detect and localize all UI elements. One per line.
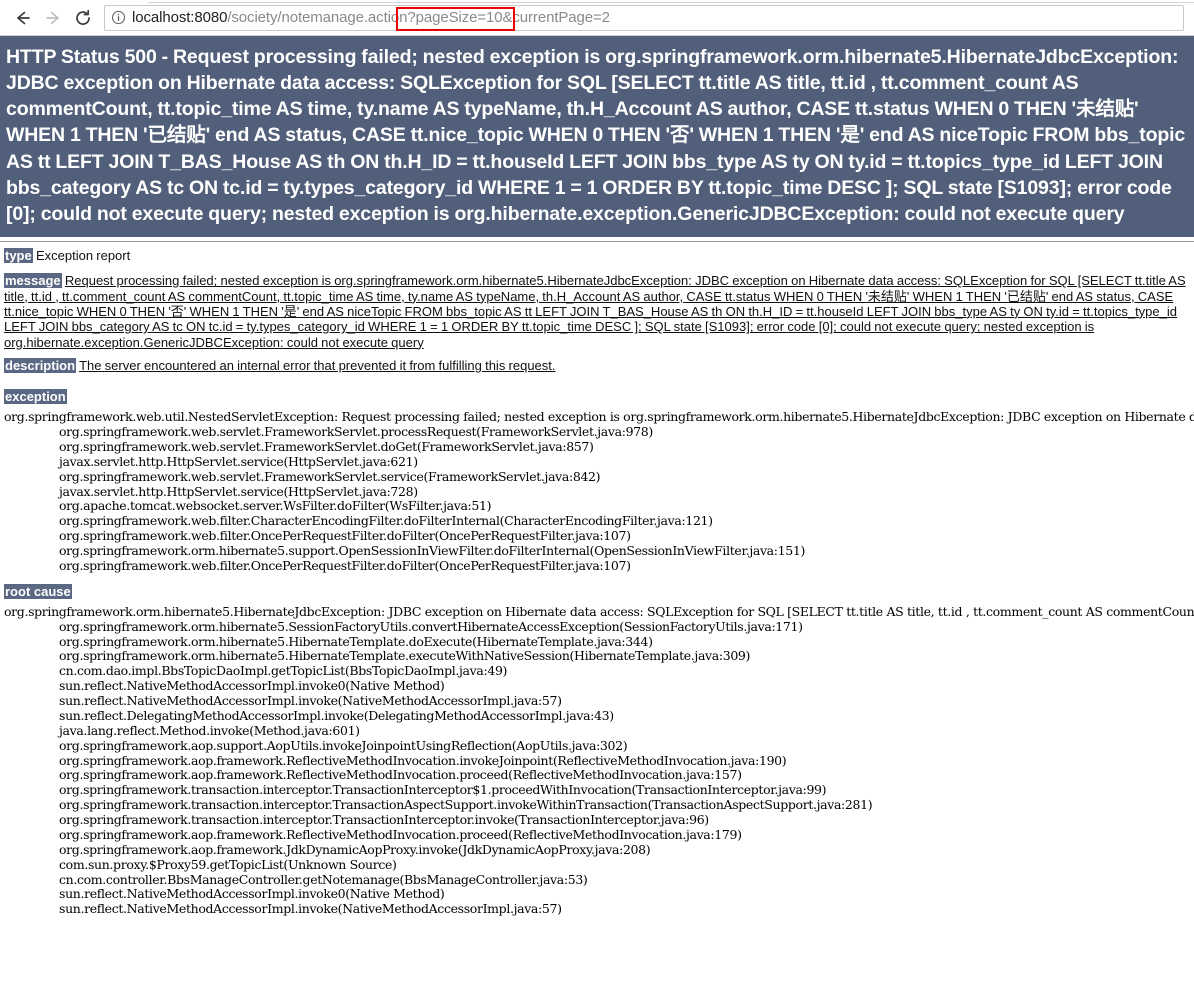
stack-frame-line: org.springframework.transaction.intercep…: [59, 812, 709, 828]
message-label: message: [4, 273, 62, 289]
stack-frame-line: org.apache.tomcat.websocket.server.WsFil…: [59, 498, 492, 514]
stack-frame-line: java.lang.reflect.Method.invoke(Method.j…: [59, 722, 360, 738]
stack-frame-line: org.springframework.web.servlet.Framewor…: [59, 468, 601, 484]
stack-frame-line: org.springframework.web.filter.OncePerRe…: [59, 557, 631, 573]
arrow-right-icon: [43, 8, 63, 28]
stack-frame-line: org.springframework.web.servlet.Framewor…: [59, 424, 653, 440]
stack-frame-line: sun.reflect.NativeMethodAccessorImpl.inv…: [59, 678, 445, 694]
type-label: type: [4, 247, 33, 263]
stack-head-line: org.springframework.web.util.NestedServl…: [4, 410, 1194, 425]
stack-frame-line: com.sun.proxy.$Proxy59.getTopicList(Unkn…: [59, 856, 397, 872]
type-row: type Exception report: [4, 247, 1190, 263]
address-bar[interactable]: localhost:8080/society/notemanage.action…: [104, 4, 1184, 31]
arrow-left-icon: [13, 8, 33, 28]
reload-icon: [73, 8, 93, 28]
root-cause-section-label: root cause: [4, 583, 72, 599]
stack-frame-line: org.springframework.web.filter.OncePerRe…: [59, 528, 631, 544]
stack-frame-line: cn.com.controller.BbsManageController.ge…: [59, 871, 588, 887]
stack-frame-line: sun.reflect.NativeMethodAccessorImpl.inv…: [59, 886, 445, 902]
stack-frame-line: org.springframework.aop.framework.JdkDyn…: [59, 841, 651, 857]
browser-toolbar: localhost:8080/society/notemanage.action…: [0, 0, 1194, 36]
stack-frame-line: org.springframework.transaction.intercep…: [59, 797, 873, 813]
stack-frame-line: org.springframework.orm.hibernate5.suppo…: [59, 543, 805, 559]
stack-head-line: org.springframework.orm.hibernate5.Hiber…: [4, 604, 1194, 619]
description-value: The server encountered an internal error…: [79, 357, 556, 373]
description-row: description The server encountered an in…: [4, 357, 1190, 373]
page-title: HTTP Status 500 - Request processing fai…: [0, 36, 1194, 237]
stack-frame-line: org.springframework.web.servlet.Framewor…: [59, 438, 594, 454]
back-button[interactable]: [8, 3, 38, 33]
divider-top: [0, 240, 1194, 242]
stack-frame-line: sun.reflect.DelegatingMethodAccessorImpl…: [59, 707, 614, 723]
type-value: Exception report: [35, 247, 131, 263]
stack-frame-line: org.springframework.orm.hibernate5.Sessi…: [59, 618, 803, 634]
stack-frame-line: org.springframework.aop.framework.Reflec…: [59, 826, 742, 842]
description-label: description: [4, 357, 77, 373]
message-row: message Request processing failed; neste…: [4, 273, 1190, 350]
stack-frame-line: org.springframework.aop.support.AopUtils…: [59, 737, 628, 753]
exception-stack-trace: org.springframework.web.util.NestedServl…: [4, 410, 1194, 574]
info-circle-icon[interactable]: [111, 10, 126, 25]
forward-button[interactable]: [38, 3, 68, 33]
reload-button[interactable]: [68, 3, 98, 33]
error-body: type Exception report message Request pr…: [0, 247, 1194, 917]
address-bar-url[interactable]: localhost:8080/society/notemanage.action…: [132, 9, 610, 26]
root-cause-stack-trace: org.springframework.orm.hibernate5.Hiber…: [4, 605, 1194, 917]
stack-frame-line: cn.com.dao.impl.BbsTopicDaoImpl.getTopic…: [59, 663, 508, 679]
url-host: localhost:8080: [132, 9, 228, 26]
stack-frame-line: javax.servlet.http.HttpServlet.service(H…: [59, 453, 418, 469]
tomcat-error-page: HTTP Status 500 - Request processing fai…: [0, 36, 1194, 917]
stack-frame-line: org.springframework.aop.framework.Reflec…: [59, 752, 787, 768]
exception-section-label: exception: [4, 389, 67, 405]
stack-frame-line: org.springframework.web.filter.Character…: [59, 513, 713, 529]
message-value: Request processing failed; nested except…: [4, 273, 1186, 350]
stack-frame-line: javax.servlet.http.HttpServlet.service(H…: [59, 483, 418, 499]
stack-frame-line: org.springframework.aop.framework.Reflec…: [59, 767, 742, 783]
stack-frame-line: org.springframework.transaction.intercep…: [59, 782, 827, 798]
stack-frame-line: org.springframework.orm.hibernate5.Hiber…: [59, 648, 751, 664]
stack-frame-line: org.springframework.orm.hibernate5.Hiber…: [59, 633, 653, 649]
stack-frame-line: sun.reflect.NativeMethodAccessorImpl.inv…: [59, 693, 562, 709]
stack-frame-line: sun.reflect.NativeMethodAccessorImpl.inv…: [59, 901, 562, 917]
url-path: /society/notemanage.action?pageSize=10&c…: [227, 9, 610, 26]
